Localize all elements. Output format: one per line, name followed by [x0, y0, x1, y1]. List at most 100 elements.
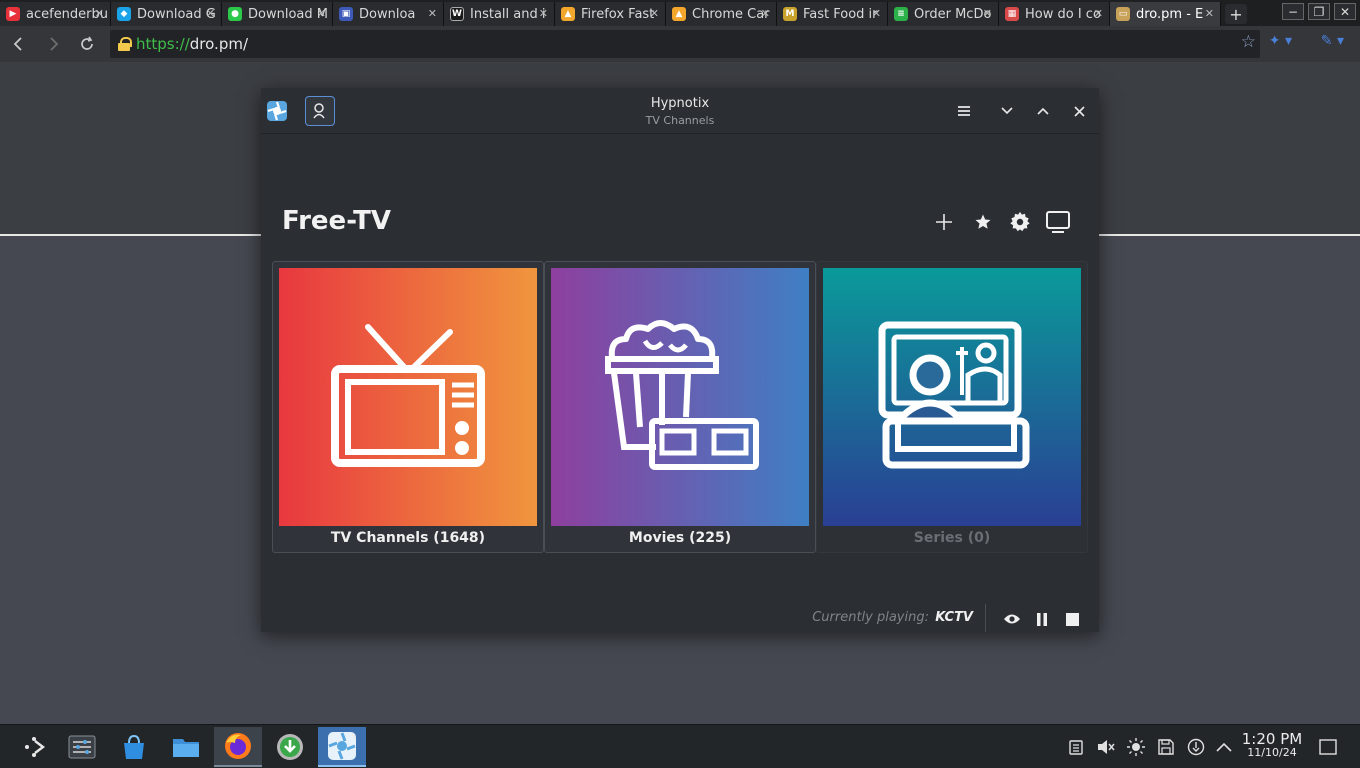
bookmark-star-icon[interactable]: ☆ — [1241, 32, 1256, 52]
clipboard-tray-icon[interactable] — [1066, 737, 1086, 757]
browser-tab[interactable]: ▲ Chrome Car ✕ — [666, 2, 777, 26]
settings-sliders-icon — [68, 735, 96, 759]
browser-tab[interactable]: ◆ Download G ✕ — [111, 2, 222, 26]
download-manager-button[interactable] — [266, 727, 314, 767]
new-tab-button[interactable]: + — [1225, 4, 1247, 24]
url-scheme: https:// — [136, 35, 190, 53]
pause-button[interactable] — [1032, 609, 1052, 629]
chevron-right-icon — [50, 37, 59, 51]
preferences-button[interactable] — [1007, 209, 1033, 235]
back-button[interactable] — [4, 29, 34, 59]
tab-label: Fast Food ir — [803, 6, 878, 22]
folder-icon — [173, 739, 199, 757]
television-icon — [331, 324, 485, 467]
tab-label: dro.pm - E — [1136, 6, 1204, 22]
minimize-button[interactable]: − — [1282, 3, 1304, 20]
address-bar[interactable]: https://dro.pm/ — [110, 30, 1260, 58]
system-settings-button[interactable] — [58, 727, 106, 767]
extension-icon[interactable]: ✦ ▾ — [1269, 33, 1292, 49]
plus-icon — [936, 214, 952, 230]
reload-button[interactable] — [72, 29, 102, 59]
discover-store-button[interactable] — [110, 727, 158, 767]
browser-tab[interactable]: W Install and i ✕ — [444, 2, 555, 26]
close-icon[interactable]: ✕ — [317, 7, 326, 20]
close-icon[interactable]: ✕ — [206, 7, 215, 20]
show-player-button[interactable] — [1002, 609, 1022, 629]
updates-tray-icon[interactable] — [1186, 737, 1206, 757]
browser-tab[interactable]: ▶ acefenderbu ✕ — [0, 2, 111, 26]
taskbar: 1:20 PM 11/10/24 — [0, 724, 1360, 768]
close-icon[interactable]: ✕ — [539, 7, 548, 20]
browser-toolbar: https://dro.pm/ ☆ ✦ ▾ ✎ ▾ — [0, 26, 1360, 62]
browser-tab-active[interactable]: ▭ dro.pm - E ✕ — [1110, 2, 1221, 26]
tv-mode-button[interactable] — [1045, 209, 1071, 235]
reload-icon — [81, 36, 93, 50]
series-card[interactable]: Series (0) — [816, 261, 1088, 553]
restore-button[interactable]: ❐ — [1308, 3, 1330, 20]
browser-tab[interactable]: ≡ Order McDo ✕ — [888, 2, 999, 26]
launcher-icon — [25, 737, 45, 757]
chevron-up-icon — [1037, 107, 1049, 115]
warning-icon: ▲ — [561, 7, 575, 21]
minimize-app-button[interactable] — [996, 100, 1018, 122]
popcorn-3d-glasses-icon — [605, 320, 759, 470]
stop-button[interactable] — [1062, 609, 1082, 629]
close-window-button[interactable]: ✕ — [1334, 3, 1356, 20]
brightness-tray-icon[interactable] — [1126, 737, 1146, 757]
close-icon[interactable]: ✕ — [1205, 7, 1214, 20]
browser-tab-strip: ▶ acefenderbu ✕ ◆ Download G ✕ ● Download M ✕ … — [0, 0, 1360, 26]
tv-channels-art — [279, 268, 537, 526]
tab-label: Downloa — [359, 6, 416, 22]
chevron-up-icon[interactable] — [1214, 737, 1234, 757]
gear-icon — [1010, 211, 1030, 232]
movies-art — [551, 268, 809, 526]
movies-card[interactable]: Movies (225) — [544, 261, 816, 553]
menu-button[interactable] — [953, 100, 975, 122]
forward-button[interactable] — [38, 29, 68, 59]
browser-tab[interactable]: M Fast Food ir ✕ — [777, 2, 888, 26]
tv-channels-card[interactable]: TV Channels (1648) — [272, 261, 544, 553]
close-icon[interactable]: ✕ — [761, 7, 770, 20]
close-icon[interactable]: ✕ — [650, 7, 659, 20]
clock[interactable]: 1:20 PM 11/10/24 — [1236, 730, 1308, 759]
youtube-icon: ▶ — [6, 7, 20, 21]
show-desktop-button[interactable] — [1318, 737, 1338, 757]
gamepad-icon: ▣ — [339, 7, 353, 21]
chevron-down-icon — [1001, 107, 1013, 115]
settings-wrench-icon[interactable]: ✎ ▾ — [1321, 33, 1344, 49]
eye-icon — [1004, 614, 1020, 624]
close-icon[interactable]: ✕ — [95, 7, 104, 20]
mcdonalds-icon: M — [783, 7, 797, 21]
favorites-button[interactable] — [970, 209, 996, 235]
browser-tab[interactable]: ▦ How do I co ✕ — [999, 2, 1110, 26]
hamburger-menu-icon — [958, 106, 970, 116]
browser-tab[interactable]: ▲ Firefox Fast ✕ — [555, 2, 666, 26]
app-titlebar: Hypnotix TV Channels — [261, 88, 1099, 134]
site-icon: ● — [228, 7, 242, 21]
browser-tab[interactable]: ● Download M ✕ — [222, 2, 333, 26]
tab-label: Install and i — [470, 6, 546, 22]
maximize-app-button[interactable] — [1032, 100, 1054, 122]
hypnotix-window: Hypnotix TV Channels Free-TV TV Channels… — [261, 88, 1099, 632]
add-provider-button[interactable] — [931, 209, 957, 235]
shopping-bag-icon — [124, 734, 144, 759]
folder-icon: ▭ — [1116, 7, 1130, 21]
firefox-taskbar-button[interactable] — [214, 727, 262, 767]
series-art — [823, 268, 1081, 526]
save-disk-tray-icon[interactable] — [1156, 737, 1176, 757]
close-icon[interactable]: ✕ — [872, 7, 881, 20]
warning-icon: ▲ — [672, 7, 686, 21]
close-icon[interactable]: ✕ — [428, 7, 437, 20]
close-app-button[interactable] — [1068, 100, 1090, 122]
browser-tab[interactable]: ▣ Downloa ✕ — [333, 2, 444, 26]
hypnotix-taskbar-button[interactable] — [318, 727, 366, 767]
tab-label: Order McDo — [914, 6, 992, 22]
currently-playing-channel: KCTV — [935, 610, 973, 625]
volume-muted-tray-icon[interactable] — [1096, 737, 1116, 757]
pause-icon — [1037, 612, 1047, 626]
close-icon[interactable]: ✕ — [983, 7, 992, 20]
close-icon[interactable]: ✕ — [1094, 7, 1103, 20]
separator — [985, 604, 986, 632]
application-launcher-button[interactable] — [10, 727, 58, 767]
file-manager-button[interactable] — [162, 727, 210, 767]
